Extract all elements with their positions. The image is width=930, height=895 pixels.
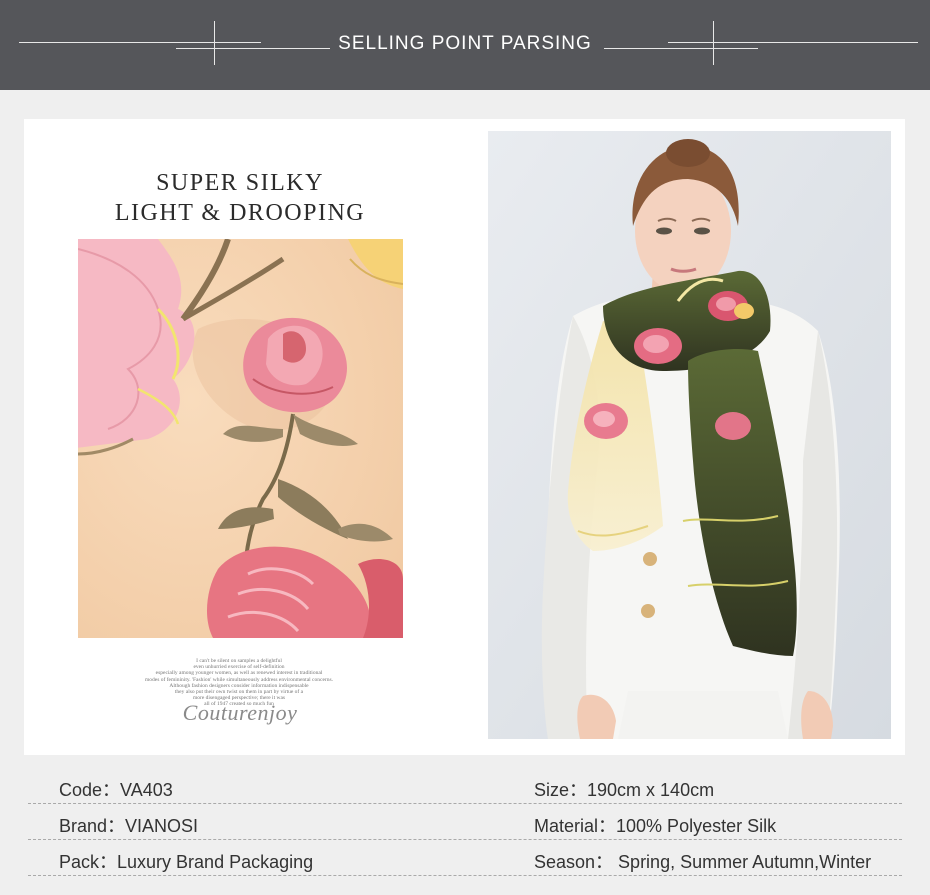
brand-signature: Couturenjoy xyxy=(182,700,298,725)
fabric-swatch-image xyxy=(78,239,403,638)
headline-line-2: LIGHT & DROOPING xyxy=(114,200,366,226)
section-title: SELLING POINT PARSING xyxy=(338,33,592,54)
feature-headline: SUPER SILKY LIGHT & DROOPING xyxy=(80,168,400,228)
spec-pack: Pack：Luxury Brand Packaging xyxy=(59,852,314,872)
spec-row: Brand：VIANOSI Material：100% Polyester Si… xyxy=(28,804,902,840)
spec-table: Code：VA403 Size：190cm x 140cm Brand：VIAN… xyxy=(28,768,902,876)
spec-size: Size：190cm x 140cm xyxy=(534,780,715,800)
spec-code: Code：VA403 xyxy=(59,780,173,800)
spec-material: Material：100% Polyester Silk xyxy=(534,816,777,836)
headline-line-1: SUPER SILKY xyxy=(156,170,324,196)
spec-row: Pack：Luxury Brand Packaging Season： Spri… xyxy=(28,840,902,876)
spec-brand: Brand：VIANOSI xyxy=(59,816,199,836)
header-band: SELLING POINT PARSING xyxy=(0,0,930,90)
model-photo xyxy=(488,131,891,739)
spec-row: Code：VA403 Size：190cm x 140cm xyxy=(28,768,902,804)
spec-season: Season： Spring, Summer Autumn,Winter xyxy=(534,852,872,872)
